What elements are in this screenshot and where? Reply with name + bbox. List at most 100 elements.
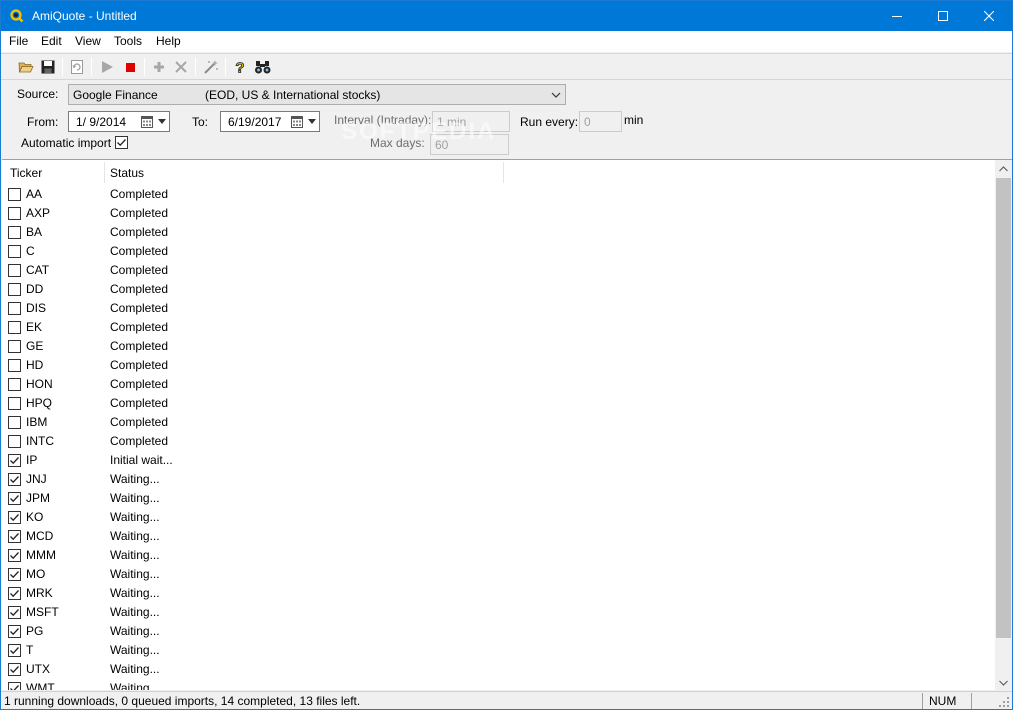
table-row[interactable]: PG Waiting... [2, 622, 995, 641]
run-every-input[interactable]: 0 [579, 111, 622, 132]
scroll-up-button[interactable] [995, 160, 1012, 177]
table-row[interactable]: C Completed [2, 242, 995, 261]
table-row[interactable]: AA Completed [2, 185, 995, 204]
menu-edit[interactable]: Edit [41, 34, 62, 48]
ticker-list[interactable]: Ticker Status AA Completed AXP Completed BA C… [2, 159, 1012, 690]
table-row[interactable]: HON Completed [2, 375, 995, 394]
save-button[interactable] [39, 58, 57, 76]
row-checkbox[interactable] [8, 644, 21, 657]
open-button[interactable] [17, 58, 35, 76]
table-row[interactable]: DD Completed [2, 280, 995, 299]
status-bar: 1 running downloads, 0 queued imports, 1… [1, 691, 1012, 709]
table-row[interactable]: AXP Completed [2, 204, 995, 223]
table-row[interactable]: CAT Completed [2, 261, 995, 280]
row-checkbox[interactable] [8, 188, 21, 201]
table-row[interactable]: EK Completed [2, 318, 995, 337]
scrollbar-thumb[interactable] [996, 178, 1011, 638]
source-select[interactable]: Google Finance (EOD, US & International … [68, 84, 566, 105]
amiquote-app-icon[interactable] [9, 8, 25, 24]
row-checkbox[interactable] [8, 359, 21, 372]
row-checkbox[interactable] [8, 226, 21, 239]
delete-button[interactable] [172, 58, 190, 76]
menu-view[interactable]: View [75, 34, 101, 48]
maximize-button[interactable] [920, 1, 966, 31]
checkmark-icon [10, 628, 19, 636]
row-ticker: IBM [26, 415, 48, 429]
row-checkbox[interactable] [8, 283, 21, 296]
row-status: Waiting... [110, 662, 160, 676]
menu-file[interactable]: File [9, 34, 28, 48]
row-checkbox[interactable] [8, 587, 21, 600]
refresh-button[interactable] [68, 58, 86, 76]
row-checkbox[interactable] [8, 530, 21, 543]
checkmark-icon [117, 139, 126, 147]
close-button[interactable] [966, 1, 1012, 31]
row-checkbox[interactable] [8, 416, 21, 429]
row-checkbox[interactable] [8, 397, 21, 410]
row-checkbox[interactable] [8, 682, 21, 690]
scroll-down-button[interactable] [995, 674, 1012, 690]
table-row[interactable]: MCD Waiting... [2, 527, 995, 546]
row-checkbox[interactable] [8, 435, 21, 448]
row-status: Waiting... [110, 624, 160, 638]
row-ticker: JNJ [26, 472, 47, 486]
table-row[interactable]: BA Completed [2, 223, 995, 242]
table-row[interactable]: MSFT Waiting... [2, 603, 995, 622]
help-button[interactable]: ? [231, 58, 249, 76]
table-row[interactable]: IP Initial wait... [2, 451, 995, 470]
row-checkbox[interactable] [8, 625, 21, 638]
minimize-button[interactable] [874, 1, 920, 31]
stop-button[interactable] [121, 58, 139, 76]
automatic-import-checkbox[interactable] [115, 136, 128, 149]
row-checkbox[interactable] [8, 207, 21, 220]
menu-help[interactable]: Help [156, 34, 181, 48]
row-checkbox[interactable] [8, 245, 21, 258]
row-checkbox[interactable] [8, 568, 21, 581]
to-date-picker[interactable]: 6/19/2017 [220, 111, 320, 132]
table-row[interactable]: MO Waiting... [2, 565, 995, 584]
vertical-scrollbar[interactable] [995, 160, 1012, 690]
play-button[interactable] [98, 58, 116, 76]
column-header-ticker[interactable]: Ticker [10, 160, 105, 185]
table-row[interactable]: IBM Completed [2, 413, 995, 432]
row-checkbox[interactable] [8, 663, 21, 676]
table-row[interactable]: MRK Waiting... [2, 584, 995, 603]
table-row[interactable]: GE Completed [2, 337, 995, 356]
find-button[interactable] [254, 58, 272, 76]
row-checkbox[interactable] [8, 473, 21, 486]
table-row[interactable]: HPQ Completed [2, 394, 995, 413]
column-divider[interactable] [503, 162, 504, 183]
table-row[interactable]: KO Waiting... [2, 508, 995, 527]
from-date-picker[interactable]: 1/ 9/2014 [68, 111, 170, 132]
row-status: Waiting... [110, 681, 160, 690]
row-checkbox[interactable] [8, 511, 21, 524]
row-checkbox[interactable] [8, 492, 21, 505]
table-row[interactable]: JPM Waiting... [2, 489, 995, 508]
row-checkbox[interactable] [8, 264, 21, 277]
column-header-status[interactable]: Status [110, 160, 503, 185]
row-checkbox[interactable] [8, 378, 21, 391]
menu-tools[interactable]: Tools [114, 34, 142, 48]
row-ticker: IP [26, 453, 38, 467]
row-checkbox[interactable] [8, 321, 21, 334]
row-status: Waiting... [110, 529, 160, 543]
row-checkbox[interactable] [8, 549, 21, 562]
table-row[interactable]: DIS Completed [2, 299, 995, 318]
table-row[interactable]: UTX Waiting... [2, 660, 995, 679]
row-checkbox[interactable] [8, 606, 21, 619]
table-row[interactable]: HD Completed [2, 356, 995, 375]
column-divider[interactable] [104, 162, 105, 183]
row-ticker: CAT [26, 263, 50, 277]
row-checkbox[interactable] [8, 302, 21, 315]
add-button[interactable] [150, 58, 168, 76]
table-row[interactable]: MMM Waiting... [2, 546, 995, 565]
title-bar[interactable]: AmiQuote - Untitled [1, 1, 1012, 31]
wizard-button[interactable] [202, 58, 220, 76]
resize-grip-icon[interactable] [998, 696, 1010, 708]
table-row[interactable]: T Waiting... [2, 641, 995, 660]
row-checkbox[interactable] [8, 454, 21, 467]
table-row[interactable]: JNJ Waiting... [2, 470, 995, 489]
row-checkbox[interactable] [8, 340, 21, 353]
table-row[interactable]: WMT Waiting... [2, 679, 995, 690]
table-row[interactable]: INTC Completed [2, 432, 995, 451]
